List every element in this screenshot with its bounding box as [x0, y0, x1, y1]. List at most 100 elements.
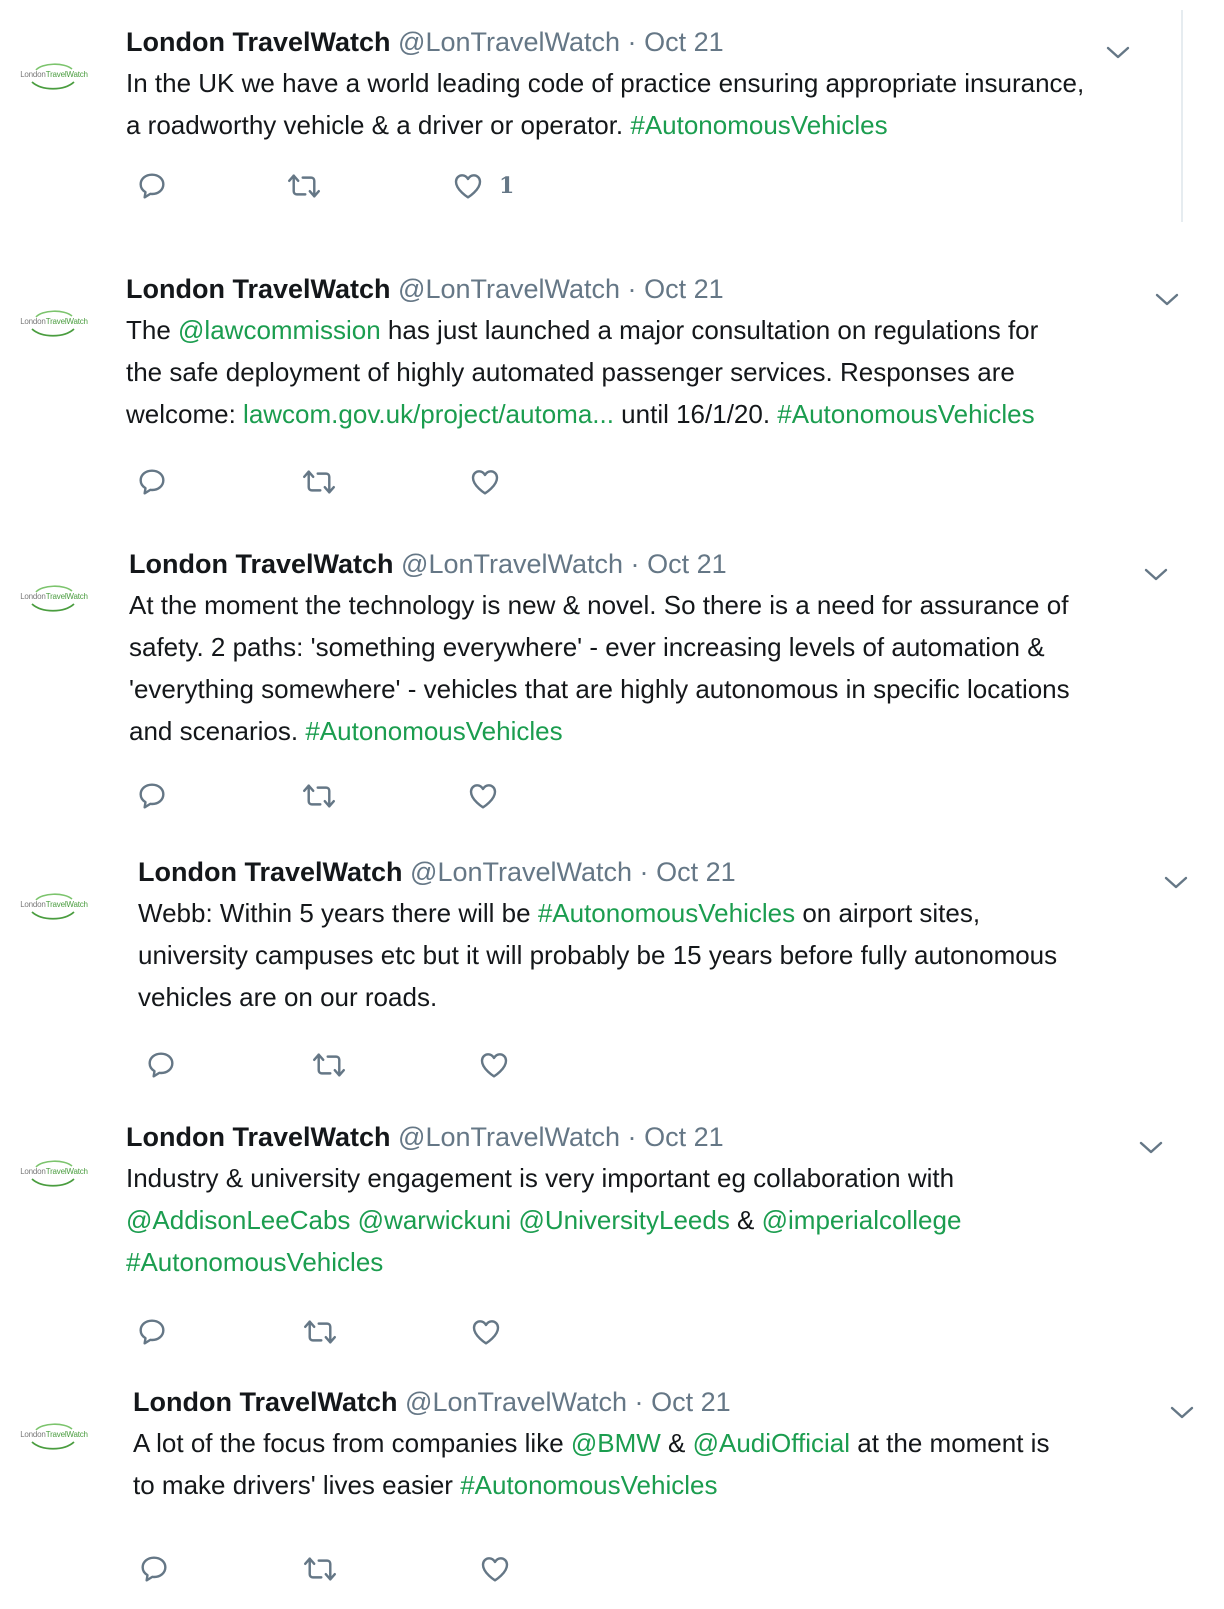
- tweet-text-line: At the moment the technology is new & no…: [129, 584, 1189, 626]
- hashtag-link[interactable]: #AutonomousVehicles: [460, 1470, 717, 1500]
- tweet-text: At the moment the technology is new & no…: [129, 584, 1189, 752]
- author-handle[interactable]: @LonTravelWatch: [398, 1122, 620, 1152]
- avatar[interactable]: LondonTravelWatch: [6, 1155, 102, 1195]
- text-segment: Webb: Within 5 years there will be: [138, 898, 538, 928]
- author-name[interactable]: London TravelWatch: [126, 1122, 391, 1152]
- avatar-logo-text: LondonTravelWatch: [20, 900, 88, 909]
- heart-icon: [468, 466, 502, 498]
- avatar-logo-text: LondonTravelWatch: [20, 1167, 88, 1176]
- separator-dot: ·: [630, 549, 640, 579]
- text-segment: [350, 1205, 357, 1235]
- text-segment: A lot of the focus from companies like: [133, 1428, 571, 1458]
- tweet-date[interactable]: Oct 21: [656, 857, 736, 887]
- avatar-logo-text: LondonTravelWatch: [20, 70, 88, 79]
- retweet-icon[interactable]: [302, 1314, 338, 1350]
- tweet-date[interactable]: Oct 21: [644, 27, 724, 57]
- retweet-icon[interactable]: [302, 1551, 338, 1587]
- mention-link[interactable]: @imperialcollege: [762, 1205, 962, 1235]
- reply-icon[interactable]: [136, 778, 168, 814]
- tweet-date[interactable]: Oct 21: [651, 1387, 731, 1417]
- mention-link[interactable]: @UniversityLeeds: [518, 1205, 729, 1235]
- mention-link[interactable]: @lawcommission: [178, 315, 381, 345]
- chevron-down-icon[interactable]: [1141, 562, 1171, 586]
- author-handle[interactable]: @LonTravelWatch: [401, 549, 623, 579]
- author-name[interactable]: London TravelWatch: [138, 857, 403, 887]
- tweet-text-line: safety. 2 paths: 'something everywhere' …: [129, 626, 1189, 668]
- author-handle[interactable]: @LonTravelWatch: [398, 27, 620, 57]
- hashtag-link[interactable]: #AutonomousVehicles: [126, 1247, 383, 1277]
- reply-icon[interactable]: [136, 464, 168, 500]
- tweet-date[interactable]: Oct 21: [644, 1122, 724, 1152]
- author-name[interactable]: London TravelWatch: [129, 549, 394, 579]
- tweet-text-line: vehicles are on our roads.: [138, 976, 1198, 1018]
- mention-link[interactable]: @AudiOfficial: [693, 1428, 850, 1458]
- text-segment: and scenarios.: [129, 716, 306, 746]
- avatar[interactable]: LondonTravelWatch: [6, 1418, 102, 1458]
- text-segment: at the moment is: [850, 1428, 1050, 1458]
- author-name[interactable]: London TravelWatch: [126, 27, 391, 57]
- chevron-down-icon[interactable]: [1103, 40, 1133, 64]
- tweet-date[interactable]: Oct 21: [644, 274, 724, 304]
- avatar-logo-text: LondonTravelWatch: [20, 592, 88, 601]
- retweet-icon[interactable]: [311, 1047, 347, 1083]
- hashtag-link[interactable]: #AutonomousVehicles: [777, 399, 1034, 429]
- avatar-logo-text: LondonTravelWatch: [20, 1430, 88, 1439]
- tweet-text-line: @AddisonLeeCabs @warwickuni @UniversityL…: [126, 1199, 1186, 1241]
- tweet-text-line: #AutonomousVehicles: [126, 1241, 1186, 1283]
- avatar[interactable]: LondonTravelWatch: [6, 888, 102, 928]
- retweet-icon[interactable]: [286, 168, 322, 204]
- text-segment: Industry & university engagement is very…: [126, 1163, 955, 1193]
- avatar[interactable]: LondonTravelWatch: [6, 580, 102, 620]
- like-button[interactable]: 1: [451, 168, 514, 204]
- tweet-text-line: The @lawcommission has just launched a m…: [126, 309, 1186, 351]
- tweet-text-line: welcome: lawcom.gov.uk/project/automa...…: [126, 393, 1186, 435]
- author-name[interactable]: London TravelWatch: [133, 1387, 398, 1417]
- retweet-icon[interactable]: [301, 464, 337, 500]
- mention-link[interactable]: @BMW: [571, 1428, 661, 1458]
- reply-icon[interactable]: [145, 1047, 177, 1083]
- reply-icon[interactable]: [136, 168, 168, 204]
- tweet-header: London TravelWatch @LonTravelWatch · Oct…: [133, 1386, 731, 1418]
- url-link[interactable]: lawcom.gov.uk/project/automa...: [243, 399, 614, 429]
- tweet-header: London TravelWatch @LonTravelWatch · Oct…: [126, 273, 724, 305]
- like-count: 1: [499, 173, 515, 199]
- author-handle[interactable]: @LonTravelWatch: [398, 274, 620, 304]
- text-segment: &: [660, 1428, 693, 1458]
- tweet-text-line: A lot of the focus from companies like @…: [133, 1422, 1193, 1464]
- chevron-down-icon[interactable]: [1167, 1400, 1197, 1424]
- text-segment: university campuses etc but it will prob…: [138, 940, 1058, 970]
- avatar[interactable]: LondonTravelWatch: [6, 305, 102, 345]
- like-button[interactable]: [478, 1551, 512, 1587]
- tweet-text-line: a roadworthy vehicle & a driver or opera…: [126, 104, 1186, 146]
- author-handle[interactable]: @LonTravelWatch: [410, 857, 632, 887]
- reply-icon[interactable]: [138, 1551, 170, 1587]
- like-button[interactable]: [466, 778, 500, 814]
- mention-link[interactable]: @AddisonLeeCabs: [126, 1205, 350, 1235]
- avatar[interactable]: LondonTravelWatch: [6, 58, 102, 98]
- chevron-down-icon[interactable]: [1136, 1135, 1166, 1159]
- text-segment: the safe deployment of highly automated …: [126, 357, 1015, 387]
- chevron-down-icon[interactable]: [1152, 287, 1182, 311]
- heart-icon: [478, 1553, 512, 1585]
- heart-icon: [451, 170, 485, 202]
- mention-link[interactable]: @warwickuni: [358, 1205, 512, 1235]
- reply-icon[interactable]: [136, 1314, 168, 1350]
- heart-icon: [466, 780, 500, 812]
- heart-icon: [469, 1316, 503, 1348]
- text-segment: has just launched a major consultation o…: [380, 315, 1039, 345]
- hashtag-link[interactable]: #AutonomousVehicles: [305, 716, 562, 746]
- like-button[interactable]: [468, 464, 502, 500]
- text-segment: &: [729, 1205, 762, 1235]
- author-name[interactable]: London TravelWatch: [126, 274, 391, 304]
- author-handle[interactable]: @LonTravelWatch: [405, 1387, 627, 1417]
- like-button[interactable]: [477, 1047, 511, 1083]
- tweet-date[interactable]: Oct 21: [647, 549, 727, 579]
- like-button[interactable]: [469, 1314, 503, 1350]
- hashtag-link[interactable]: #AutonomousVehicles: [630, 110, 887, 140]
- retweet-icon[interactable]: [301, 778, 337, 814]
- separator-dot: ·: [634, 1387, 644, 1417]
- hashtag-link[interactable]: #AutonomousVehicles: [538, 898, 795, 928]
- text-segment: The: [126, 315, 179, 345]
- avatar-logo-text: LondonTravelWatch: [20, 317, 88, 326]
- chevron-down-icon[interactable]: [1161, 870, 1191, 894]
